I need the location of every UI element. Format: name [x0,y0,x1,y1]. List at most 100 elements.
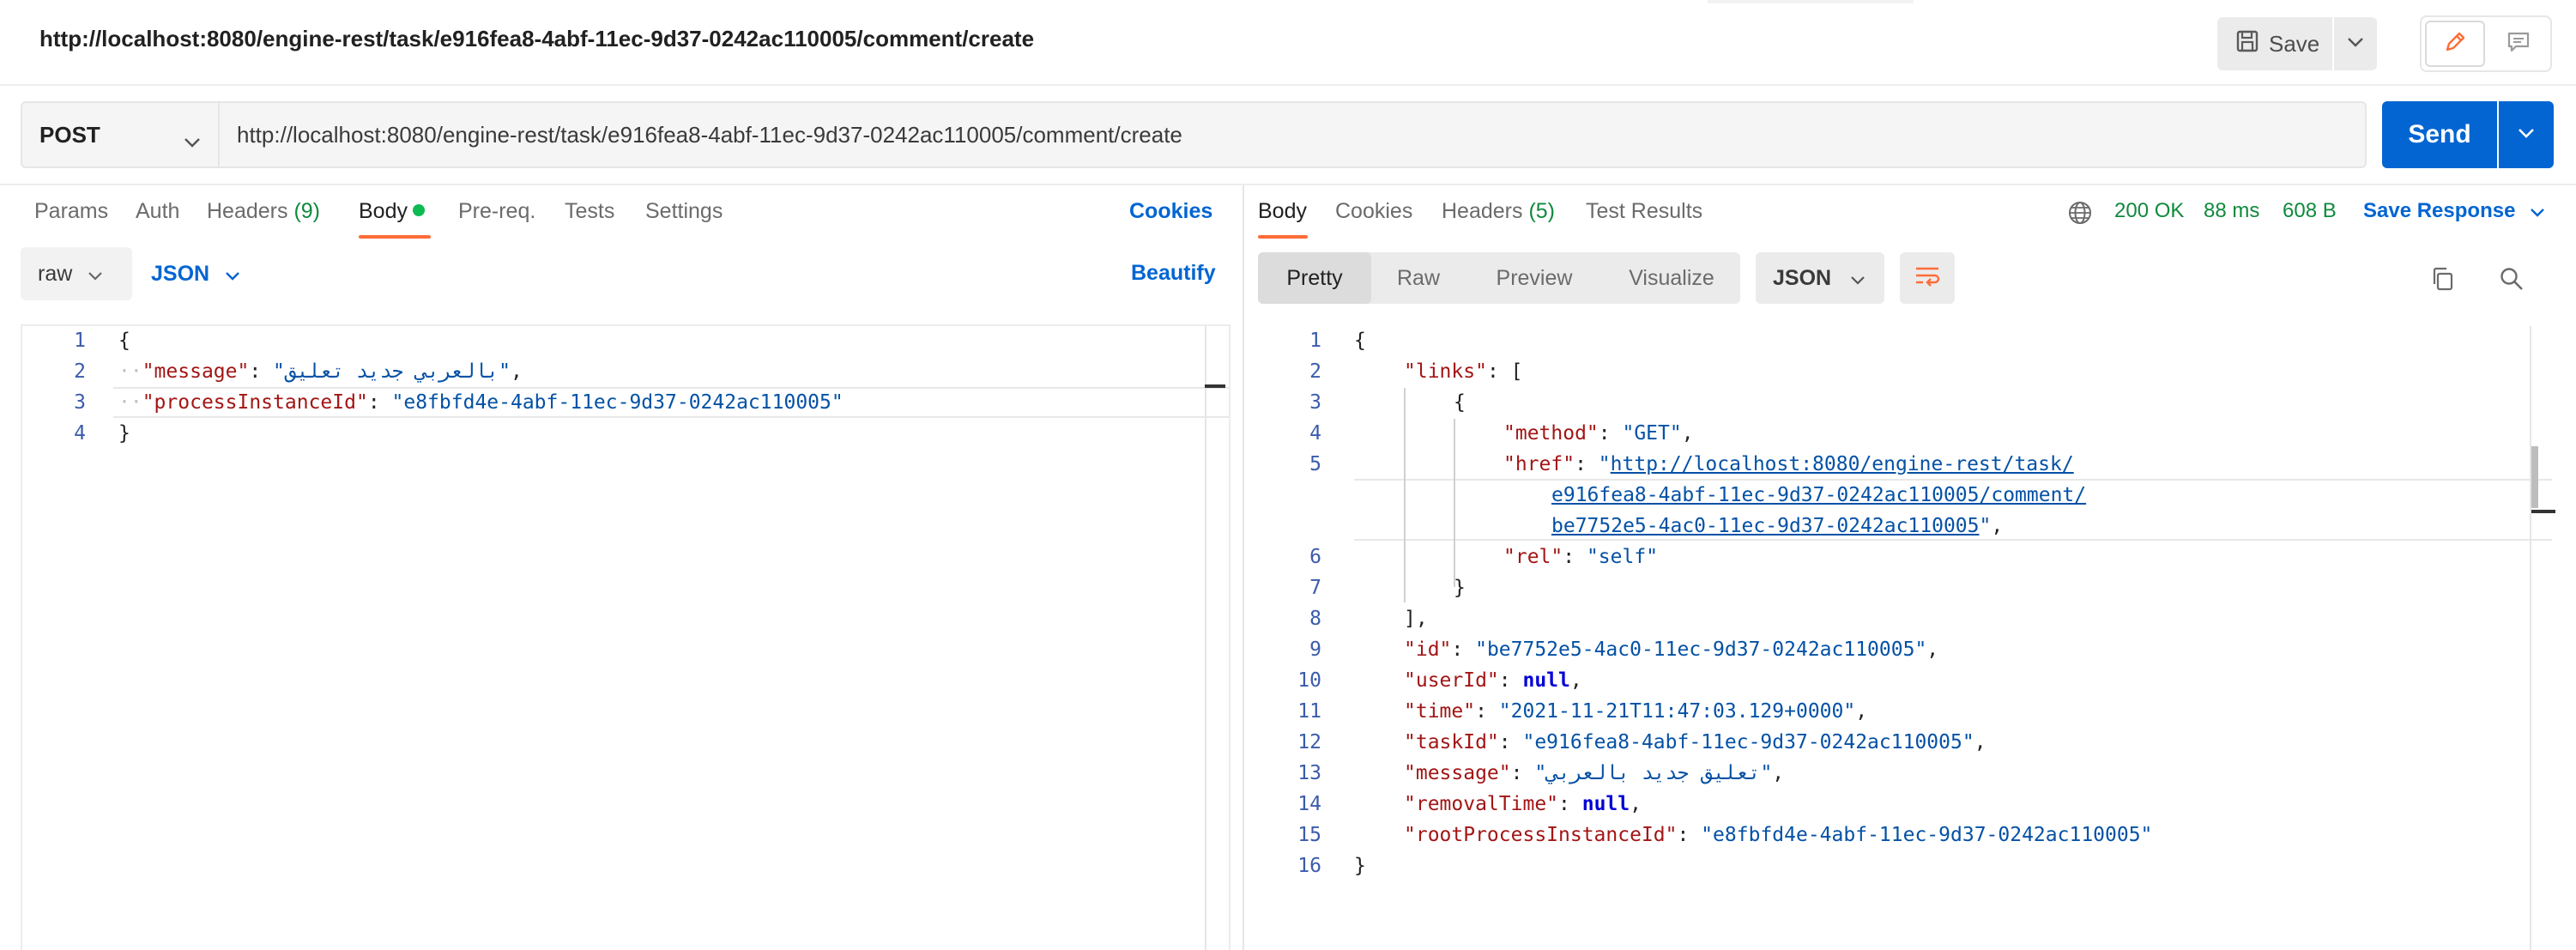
json-key: "message" [142,360,250,383]
json-null: null [1581,793,1630,815]
method-label: POST [39,121,100,148]
line-number: 5 [1309,453,1321,475]
view-tab-raw[interactable]: Raw [1371,252,1466,304]
code-line: e916fea8-4abf-11ec-9d37-0242ac110005/com… [1551,484,2086,506]
line-number: 14 [1297,793,1321,815]
body-language-select[interactable]: JSON [151,247,240,300]
view-tab-pretty[interactable]: Pretty [1258,252,1371,304]
save-options-button[interactable] [2334,17,2377,70]
globe-icon[interactable] [2065,197,2095,228]
search-icon[interactable] [2497,264,2526,293]
response-scroll-thumb[interactable] [2531,446,2538,508]
json-key: "rel" [1503,546,1563,568]
json-key: "userId" [1404,669,1499,692]
body-language-label: JSON [151,261,210,286]
copy-icon[interactable] [2428,264,2458,293]
code-line: "id": "be7752e5-4ac0-11ec-9d37-0242ac110… [1404,638,1939,661]
line-number: 16 [1297,855,1321,877]
tab-response-headers[interactable]: Headers (5) [1442,199,1555,224]
wrap-lines-button[interactable] [1900,252,1955,304]
line-number: 3 [74,391,86,414]
send-button[interactable]: Send [2382,101,2497,168]
response-size[interactable]: 608 B [2283,199,2337,223]
tab-response-body[interactable]: Body [1258,199,1307,224]
json-string: "e916fea8-4abf-11ec-9d37-0242ac110005" [1522,731,1974,753]
line-number: 2 [1309,360,1321,383]
top-accent-strip [1708,0,1914,3]
line-number: 15 [1297,824,1321,846]
json-bracket: [ [1510,360,1523,383]
tab-test-results[interactable]: Test Results [1586,199,1702,224]
code-line: be7752e5-4ac0-11ec-9d37-0242ac110005", [1551,515,2004,537]
line-number: 4 [1309,422,1321,445]
tab-prereq[interactable]: Pre-req. [458,199,535,224]
chevron-down-icon [2530,199,2545,222]
href-link[interactable]: be7752e5-4ac0-11ec-9d37-0242ac110005 [1551,515,1980,537]
line-number: 2 [74,360,86,383]
json-string: "self" [1586,546,1659,568]
code-line: { [118,330,130,352]
tab-settings[interactable]: Settings [645,199,723,224]
code-line: "removalTime": null, [1404,793,1642,815]
url-input[interactable]: http://localhost:8080/engine-rest/task/e… [220,101,2367,168]
view-tab-visualize[interactable]: Visualize [1603,252,1740,304]
tab-headers[interactable]: Headers (9) [207,199,320,224]
response-scrollbar[interactable] [2530,326,2531,950]
code-line: "method": "GET", [1503,422,1694,445]
href-link[interactable]: e916fea8-4abf-11ec-9d37-0242ac110005/com… [1551,484,2086,506]
tab-tests[interactable]: Tests [565,199,614,224]
request-body-editor[interactable] [21,324,1231,950]
pane-divider[interactable] [1243,185,1244,950]
send-options-button[interactable] [2499,101,2554,168]
line-number: 1 [1309,330,1321,352]
mode-toggle-group [2420,15,2552,72]
json-string: "بالعربي جديد تعليق" [273,360,511,383]
json-key: "links" [1404,360,1487,383]
code-line: "taskId": "e916fea8-4abf-11ec-9d37-0242a… [1404,731,1986,753]
status-code[interactable]: 200 OK [2114,199,2184,223]
beautify-link[interactable]: Beautify [1131,261,1216,286]
title-bar: http://localhost:8080/engine-rest/task/e… [0,0,2576,86]
editor-scrollbar[interactable] [1205,326,1206,950]
view-tab-preview[interactable]: Preview [1466,252,1603,304]
response-headers-count: (5) [1528,199,1556,223]
chevron-down-icon [1850,266,1865,291]
edit-mode-button[interactable] [2425,21,2485,67]
json-brace: { [1454,391,1466,414]
chevron-down-icon [2347,36,2364,51]
response-format-label: JSON [1773,265,1832,290]
response-view-tabs: Pretty Raw Preview Visualize [1258,252,1740,304]
tab-auth[interactable]: Auth [136,199,179,224]
href-link[interactable]: http://localhost:8080/engine-rest/task/ [1611,453,2074,475]
code-line: "userId": null, [1404,669,1582,692]
json-bracket: ], [1404,608,1428,630]
indent-guide [1454,419,1455,587]
save-response-button[interactable]: Save Response [2363,199,2545,223]
json-brace: { [1354,330,1366,352]
code-line: "rel": "self" [1503,546,1659,568]
chevron-down-icon [2517,127,2536,143]
cookies-link[interactable]: Cookies [1129,199,1212,224]
line-number: 11 [1297,700,1321,723]
active-tab-underline [1258,235,1308,239]
tab-response-cookies[interactable]: Cookies [1335,199,1412,224]
tab-body[interactable]: Body [359,199,425,224]
line-number: 1 [74,330,86,352]
save-response-label: Save Response [2363,199,2516,222]
tab-params[interactable]: Params [34,199,108,224]
code-line: { [1454,391,1466,414]
comments-button[interactable] [2490,21,2547,67]
response-format-select[interactable]: JSON [1756,252,1884,304]
json-string: "2021-11-21T11:47:03.129+0000" [1498,700,1856,723]
response-time[interactable]: 88 ms [2204,199,2259,223]
body-mode-select[interactable]: raw [21,247,132,300]
json-string: "e8fbfd4e-4abf-11ec-9d37-0242ac110005" [1701,824,2153,846]
wrap-lines-icon [1914,264,1941,293]
save-button[interactable]: Save [2217,17,2332,70]
line-number: 8 [1309,608,1321,630]
method-select[interactable]: POST [21,101,220,168]
json-brace: } [1354,855,1366,877]
code-line: "links": [ [1404,360,1523,383]
save-button-label: Save [2269,30,2320,57]
line-number: 13 [1297,762,1321,784]
